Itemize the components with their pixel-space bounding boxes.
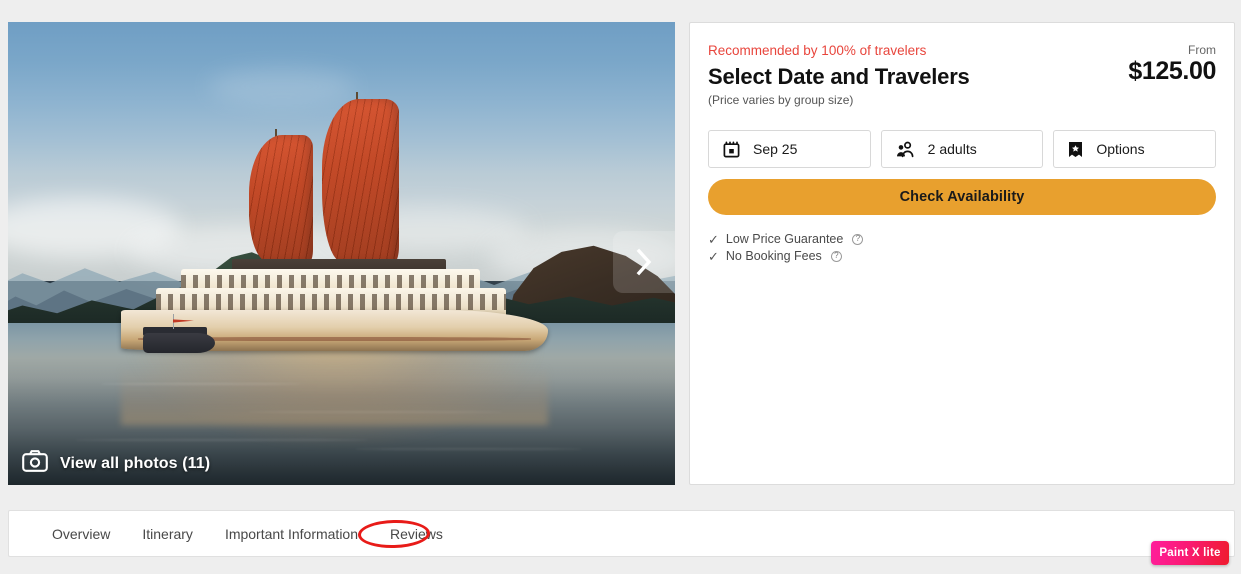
options-selector[interactable]: Options: [1053, 130, 1217, 169]
travelers-selector[interactable]: 2 adults: [880, 130, 1044, 169]
red-sail: [249, 134, 314, 263]
page-root: View all photos (11) From $125.00 Recomm…: [0, 0, 1241, 574]
view-all-photos-label: View all photos (11): [60, 454, 211, 472]
selector-row: Sep 25 2 adults Options: [708, 130, 1217, 169]
perks-list: ✓ Low Price Guarantee ? ✓ No Booking Fee…: [708, 232, 1216, 263]
hero-photo: [8, 22, 675, 485]
booking-subtitle: (Price varies by group size): [708, 93, 854, 108]
booking-card: From $125.00 Recommended by 100% of trav…: [689, 22, 1235, 485]
travelers-icon: [896, 141, 915, 158]
chevron-right-icon: [634, 247, 654, 277]
tender-boat: [142, 332, 216, 353]
info-icon[interactable]: ?: [830, 250, 842, 262]
info-icon[interactable]: ?: [852, 233, 864, 245]
water-ripple: [74, 438, 369, 441]
check-availability-button[interactable]: Check Availability: [708, 179, 1216, 216]
view-all-photos-button[interactable]: View all photos (11): [22, 450, 210, 477]
paint-x-lite-watermark: Paint X lite: [1151, 541, 1229, 565]
tab-overview[interactable]: Overview: [50, 523, 112, 545]
photo-gallery[interactable]: View all photos (11): [8, 22, 675, 485]
perk-low-price-guarantee: ✓ Low Price Guarantee ?: [708, 232, 1216, 246]
next-photo-button[interactable]: [613, 231, 675, 293]
date-selector-label: Sep 25: [753, 141, 798, 158]
travelers-selector-label: 2 adults: [927, 141, 977, 158]
water-ripple: [354, 447, 582, 450]
watermark-label: Paint X lite: [1159, 547, 1221, 559]
junk-boat: [121, 92, 549, 369]
perk-label: No Booking Fees: [725, 249, 822, 264]
ticket-icon: [1068, 141, 1083, 158]
tab-itinerary[interactable]: Itinerary: [140, 523, 195, 545]
tab-reviews[interactable]: Reviews: [388, 523, 445, 545]
check-icon: ✓: [708, 231, 719, 247]
tab-list: Overview Itinerary Important Information…: [9, 511, 1234, 556]
perk-label: Low Price Guarantee: [725, 232, 844, 247]
price-amount: $125.00: [1128, 57, 1216, 86]
check-icon: ✓: [708, 248, 719, 264]
options-selector-label: Options: [1096, 141, 1145, 158]
boat-reflection: [121, 364, 549, 425]
calendar-icon: [723, 141, 740, 158]
price-block: From $125.00: [1128, 43, 1216, 86]
red-sail: [322, 99, 399, 263]
perk-no-booking-fees: ✓ No Booking Fees ?: [708, 249, 1216, 263]
price-from-label: From: [1188, 43, 1216, 57]
section-tab-bar: Overview Itinerary Important Information…: [8, 510, 1235, 557]
camera-icon: [22, 450, 48, 477]
tab-important-information[interactable]: Important Information: [223, 523, 360, 545]
date-selector[interactable]: Sep 25: [708, 130, 871, 169]
